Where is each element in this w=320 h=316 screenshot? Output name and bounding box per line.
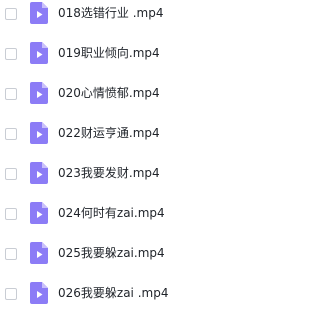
row-checkbox[interactable] xyxy=(5,48,17,60)
file-row[interactable]: 024何时有zai.mp4 xyxy=(0,200,238,230)
row-checkbox[interactable] xyxy=(5,248,17,260)
file-name[interactable]: 022财运亨通.mp4 xyxy=(58,125,160,141)
row-checkbox[interactable] xyxy=(5,8,17,20)
file-name[interactable]: 026我要躲zai .mp4 xyxy=(58,285,168,301)
file-row[interactable]: 018选错行业 .mp4 xyxy=(0,0,238,30)
video-file-icon xyxy=(30,162,48,184)
video-file-icon xyxy=(30,122,48,144)
file-name[interactable]: 024何时有zai.mp4 xyxy=(58,205,165,221)
file-name[interactable]: 025我要躲zai.mp4 xyxy=(58,245,165,261)
file-row[interactable]: 022财运亨通.mp4 xyxy=(0,120,238,150)
video-file-icon xyxy=(30,82,48,104)
video-file-icon xyxy=(30,42,48,64)
file-row[interactable]: 026我要躲zai .mp4 xyxy=(0,280,238,310)
row-checkbox[interactable] xyxy=(5,88,17,100)
row-checkbox[interactable] xyxy=(5,288,17,300)
file-name[interactable]: 023我要发财.mp4 xyxy=(58,165,160,181)
file-name[interactable]: 019职业倾向.mp4 xyxy=(58,45,160,61)
file-row[interactable]: 023我要发财.mp4 xyxy=(0,160,238,190)
row-checkbox[interactable] xyxy=(5,208,17,220)
video-file-icon xyxy=(30,282,48,304)
file-row[interactable]: 020心情愤郁.mp4 xyxy=(0,80,238,110)
file-list: 018选错行业 .mp4 019职业倾向.mp4 020心情愤郁.mp4 022… xyxy=(0,0,238,316)
file-name[interactable]: 018选错行业 .mp4 xyxy=(58,5,163,21)
row-checkbox[interactable] xyxy=(5,168,17,180)
file-row[interactable]: 025我要躲zai.mp4 xyxy=(0,240,238,270)
video-file-icon xyxy=(30,202,48,224)
file-name[interactable]: 020心情愤郁.mp4 xyxy=(58,85,160,101)
file-row[interactable]: 019职业倾向.mp4 xyxy=(0,40,238,70)
row-checkbox[interactable] xyxy=(5,128,17,140)
video-file-icon xyxy=(30,2,48,24)
video-file-icon xyxy=(30,242,48,264)
